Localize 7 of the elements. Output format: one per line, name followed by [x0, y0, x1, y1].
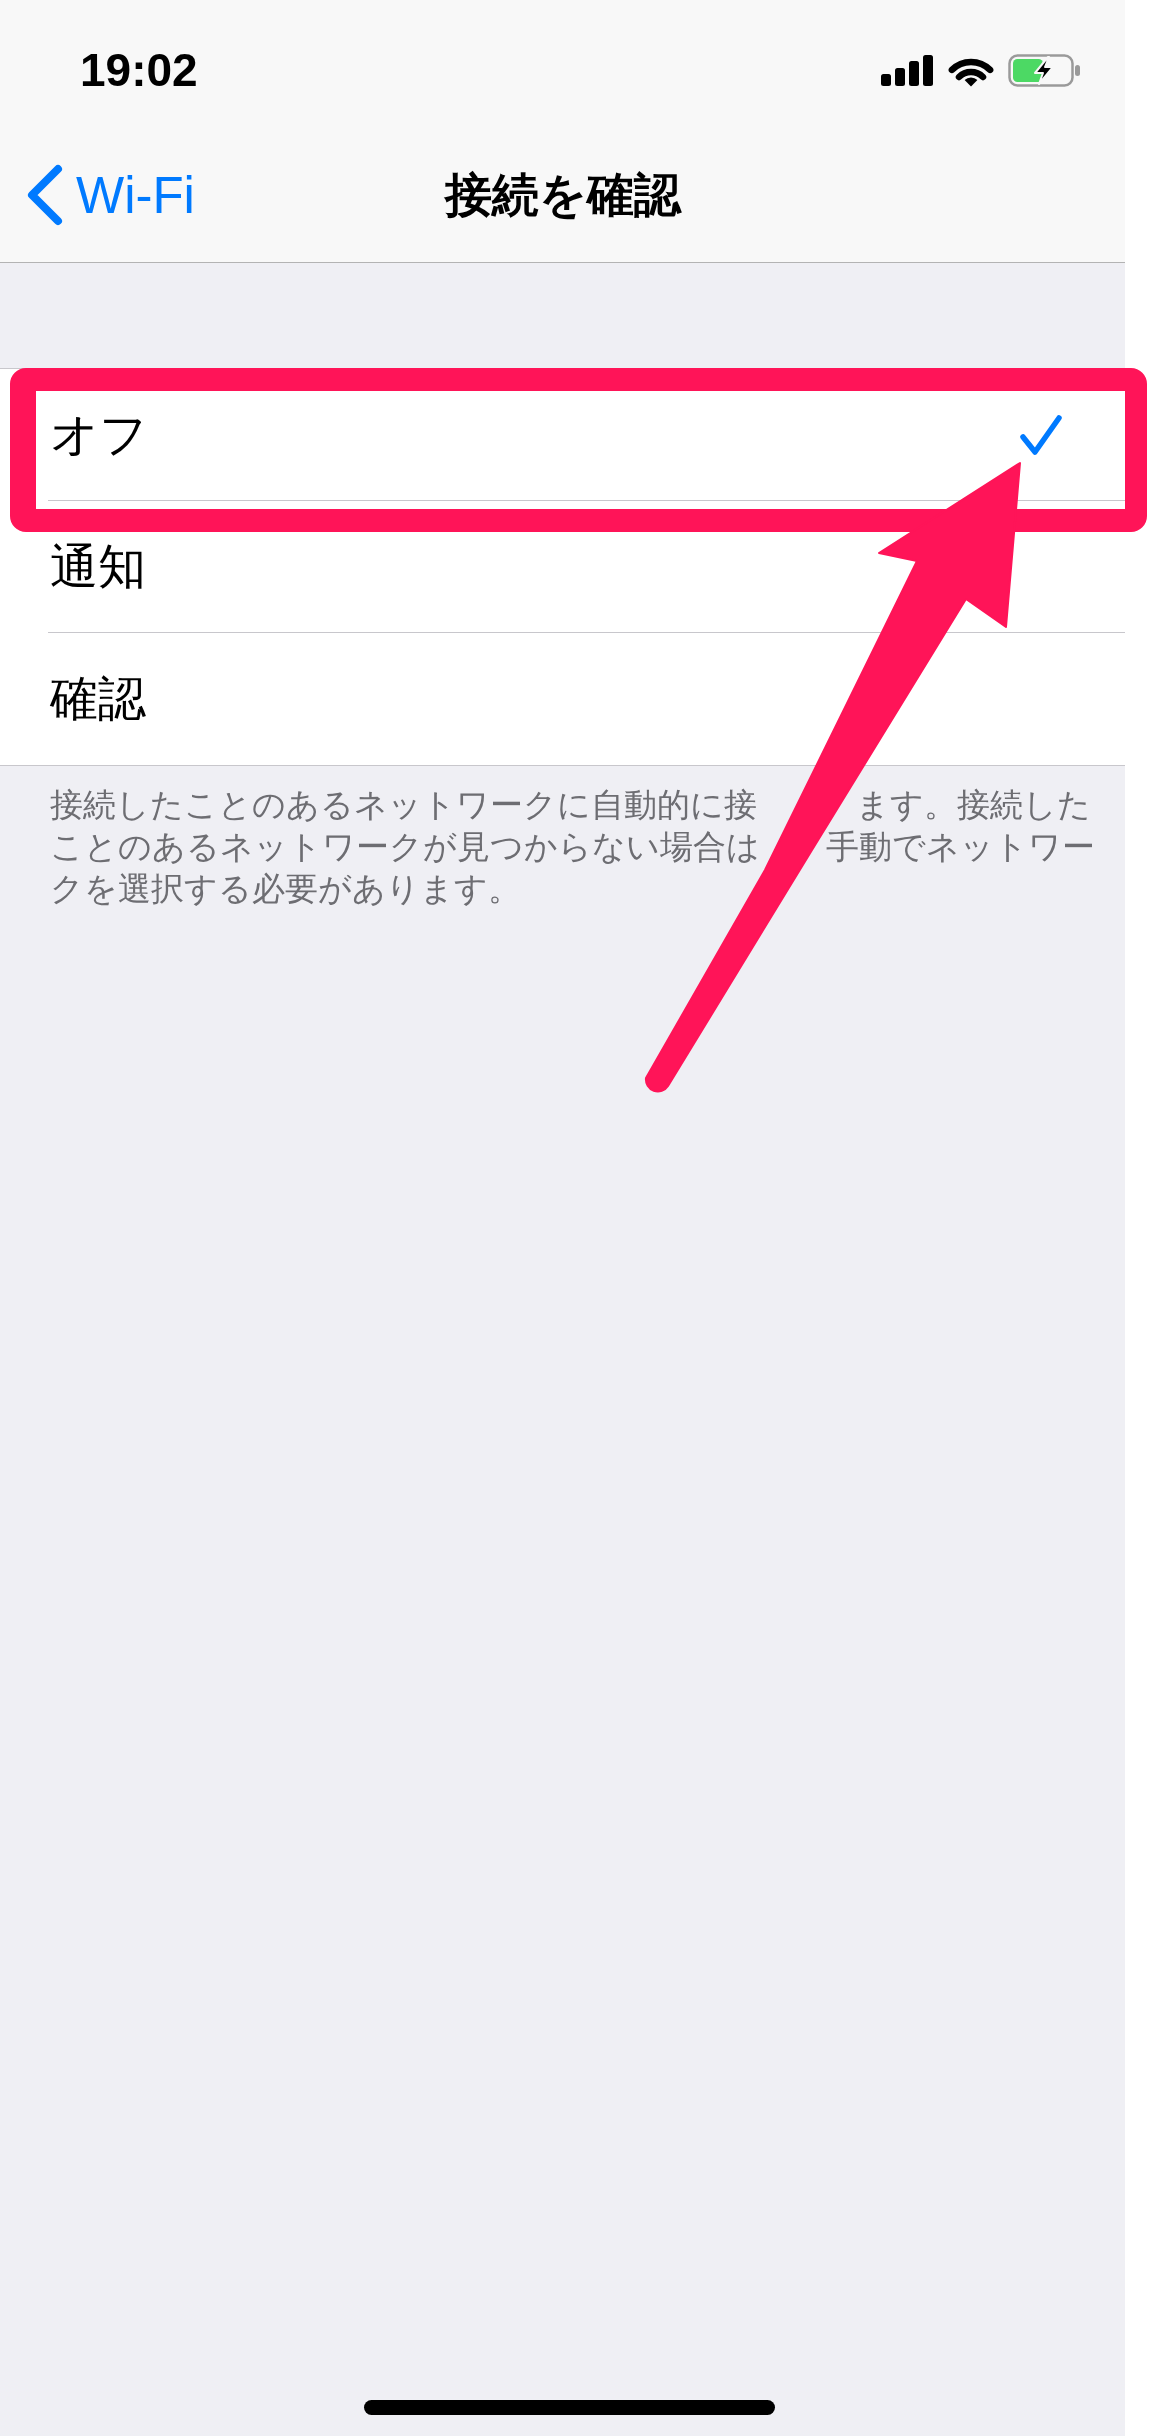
screen-title: 接続を確認: [444, 166, 681, 223]
battery-charging-icon: [1008, 53, 1081, 87]
chevron-left-icon: [26, 164, 63, 226]
footer-note: 接続したことのあるネットワークに自動的に接 ます。接続したことのあるネットワークが見つからない場合は 手動でネットワークを選択する必要があります。: [50, 786, 1096, 909]
status-time: 19:02: [80, 43, 198, 97]
signal-bars-icon: [881, 54, 934, 86]
back-button[interactable]: Wi-Fi: [26, 164, 195, 226]
